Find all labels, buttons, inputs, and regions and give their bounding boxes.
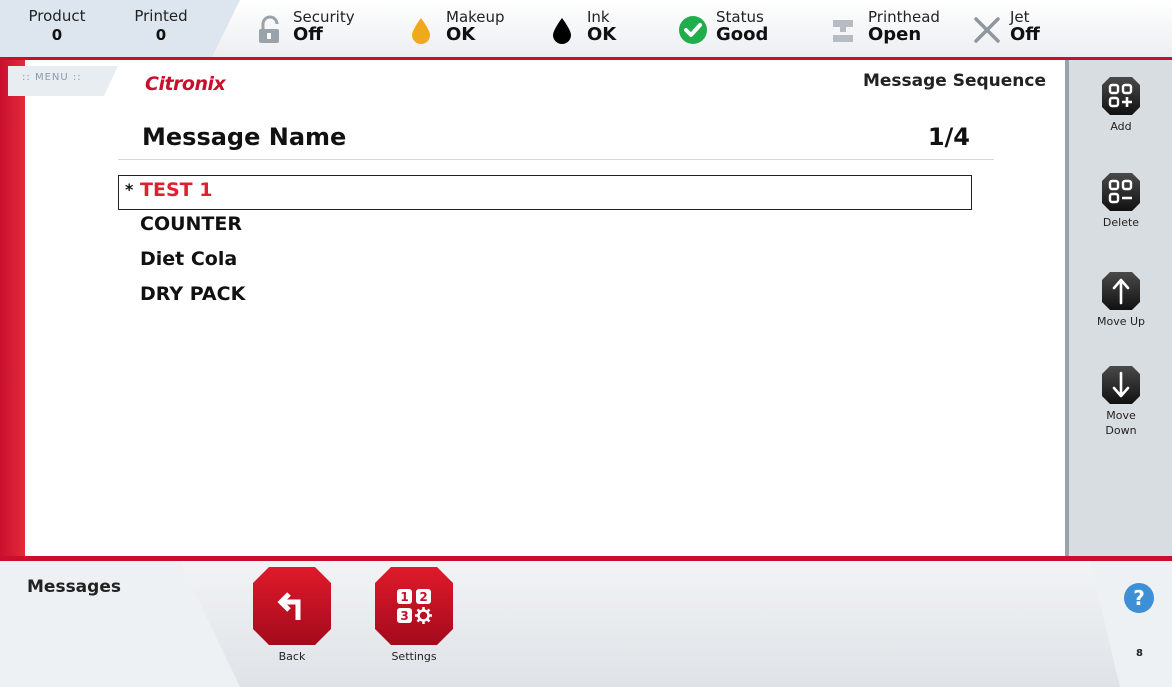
ink-value: OK xyxy=(587,24,617,45)
list-item-label: COUNTER xyxy=(140,213,242,235)
ink-drop-icon xyxy=(553,18,571,44)
list-item-label: Diet Cola xyxy=(140,248,238,270)
settings-button[interactable]: 1 2 3 Settings xyxy=(374,567,454,663)
security-label: Security xyxy=(293,8,355,26)
page-title: Message Sequence xyxy=(862,71,1046,91)
message-list: * TEST 1 COUNTER Diet Cola DRY PACK xyxy=(118,175,972,315)
move-up-button[interactable]: Move Up xyxy=(1091,272,1151,329)
makeup-value: OK xyxy=(446,24,476,45)
printed-counter-label: Printed xyxy=(134,7,188,25)
help-icon[interactable]: ? xyxy=(1124,583,1154,613)
citronix-logo: Citronix xyxy=(145,73,226,95)
menu-button[interactable]: :: MENU :: xyxy=(8,66,118,96)
makeup-drop-icon xyxy=(412,18,430,44)
list-item[interactable]: Diet Cola xyxy=(118,245,972,280)
check-circle-icon xyxy=(679,16,707,44)
action-sidebar: Add Delete Move Up Move Down xyxy=(1065,60,1172,556)
back-label: Back xyxy=(278,650,306,663)
section-title: Messages xyxy=(27,577,121,597)
grip-icon: :: xyxy=(72,72,82,83)
arrow-down-icon xyxy=(1112,371,1130,398)
add-label: Add xyxy=(1110,120,1132,133)
svg-text:1: 1 xyxy=(400,590,408,604)
status-label: Status xyxy=(716,8,764,26)
delete-button[interactable]: Delete xyxy=(1091,173,1151,230)
add-button[interactable]: Add xyxy=(1091,77,1151,134)
printed-counter: Printed 0 xyxy=(116,7,206,45)
move-up-label: Move Up xyxy=(1096,315,1146,328)
security-value: Off xyxy=(293,24,323,45)
product-counter-value: 0 xyxy=(51,26,63,44)
left-frame xyxy=(0,60,25,560)
list-item-selected[interactable]: * TEST 1 xyxy=(118,175,972,210)
back-arrow-icon xyxy=(277,592,301,620)
padlock-open-icon xyxy=(259,15,279,43)
delete-label: Delete xyxy=(1102,216,1140,229)
page-number: 8 xyxy=(1136,648,1143,659)
add-message-icon xyxy=(1108,83,1133,108)
svg-text:3: 3 xyxy=(400,609,408,623)
printhead-icon xyxy=(833,20,853,42)
move-down-button[interactable]: Move Down xyxy=(1091,366,1151,438)
settings-label: Settings xyxy=(391,650,437,663)
jet-label: Jet xyxy=(1010,8,1030,26)
settings-grid-icon: 1 2 3 xyxy=(397,589,432,624)
grip-icon: :: xyxy=(22,72,31,83)
arrow-up-icon xyxy=(1112,278,1130,305)
list-item[interactable]: COUNTER xyxy=(118,210,972,245)
column-header-message-name: Message Name xyxy=(142,123,347,151)
move-down-label: Move Down xyxy=(1105,409,1137,437)
menu-label: MENU xyxy=(34,72,69,83)
delete-message-icon xyxy=(1108,179,1133,204)
printhead-value: Open xyxy=(868,24,922,45)
status-bar: Product 0 Printed 0 Security Off Makeup … xyxy=(0,0,1172,60)
product-counter: Product 0 xyxy=(12,7,102,45)
jet-off-icon xyxy=(974,17,1000,43)
status-value: Good xyxy=(716,24,769,45)
ink-label: Ink xyxy=(587,8,610,26)
list-item-label: TEST 1 xyxy=(140,179,213,201)
selected-marker: * xyxy=(125,180,134,199)
svg-text:2: 2 xyxy=(419,590,427,604)
printhead-label: Printhead xyxy=(868,8,940,26)
back-button[interactable]: Back xyxy=(252,567,332,663)
page-indicator: 1/4 xyxy=(927,123,970,151)
makeup-label: Makeup xyxy=(446,8,505,26)
jet-value: Off xyxy=(1010,24,1040,45)
list-item-label: DRY PACK xyxy=(140,283,246,305)
product-counter-label: Product xyxy=(28,7,86,25)
printed-counter-value: 0 xyxy=(155,26,167,44)
list-header: Message Name 1/4 xyxy=(118,120,994,160)
list-item[interactable]: DRY PACK xyxy=(118,280,972,315)
